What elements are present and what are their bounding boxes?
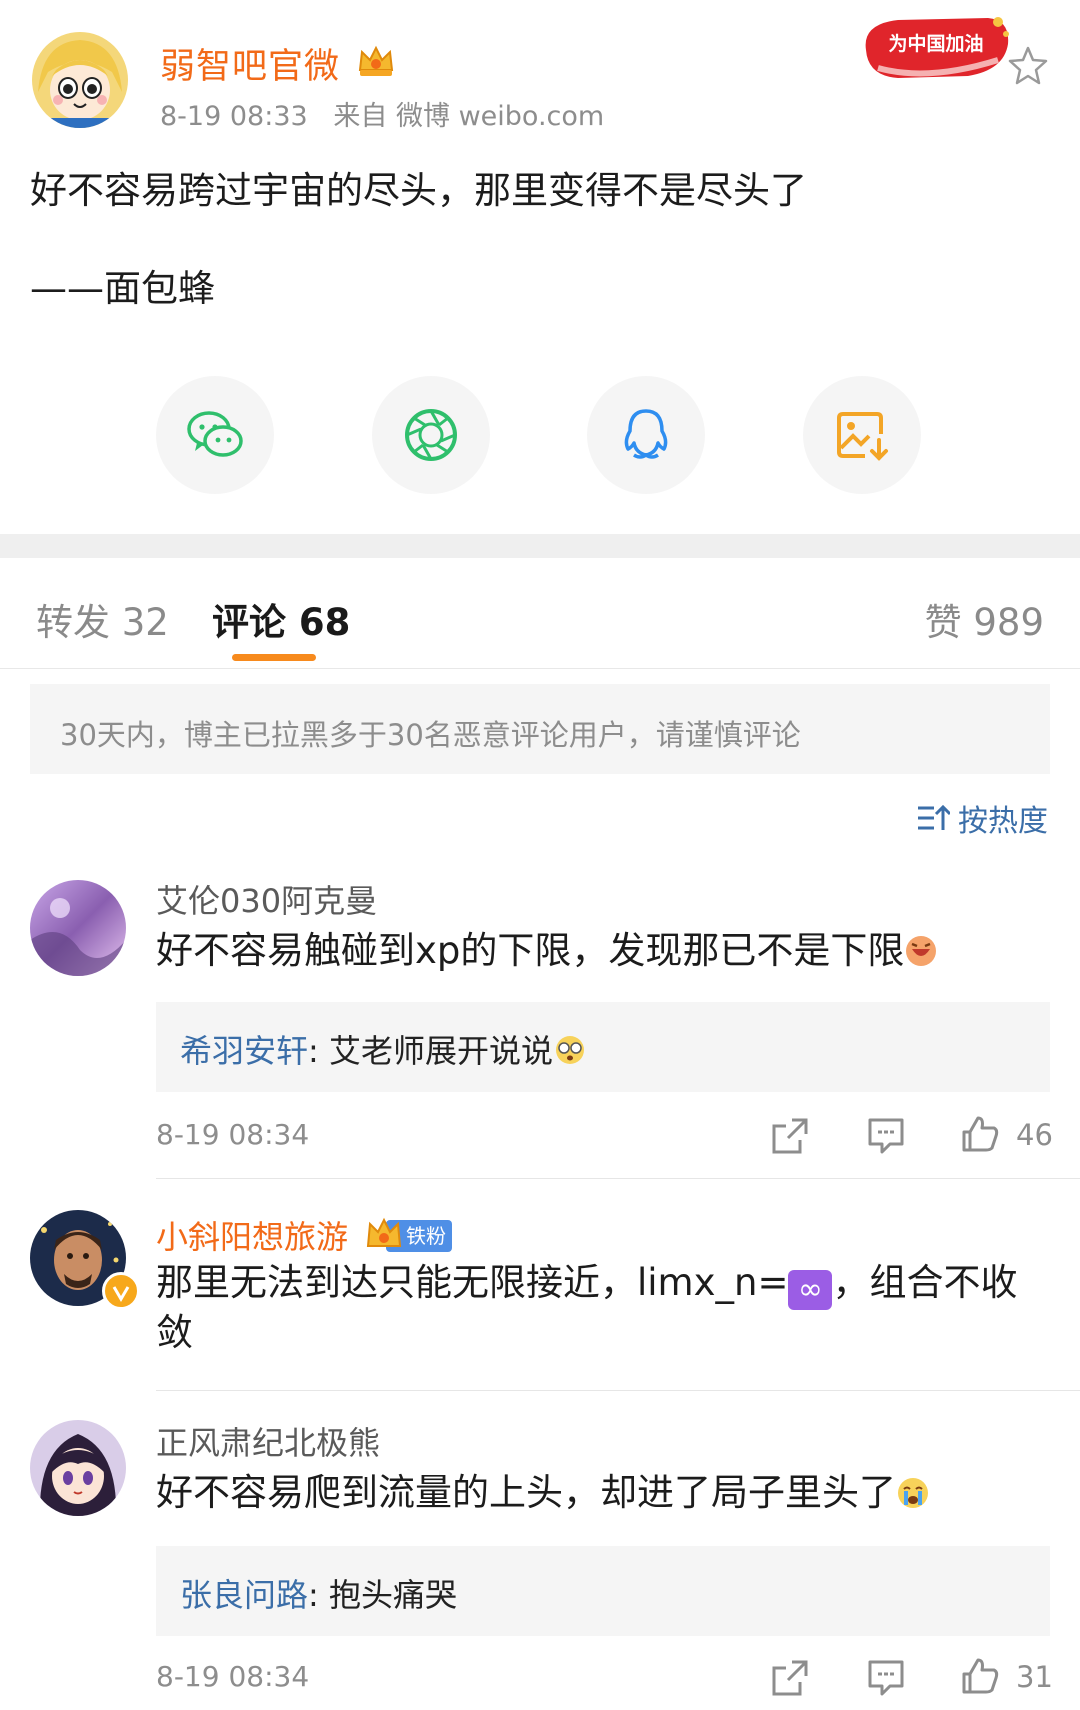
reply-content: : 艾老师展开说说 — [308, 1032, 553, 1070]
comment-icon[interactable] — [866, 1116, 906, 1156]
commenter-name[interactable]: 小斜阳想旅游 铁粉 — [156, 1212, 454, 1262]
moments-icon — [405, 409, 457, 461]
commenter-avatar[interactable] — [30, 1420, 126, 1516]
favorite-star-icon[interactable] — [1006, 44, 1050, 88]
like-count: 31 — [1016, 1660, 1053, 1694]
post-time: 8-19 08:33 — [160, 101, 308, 132]
commenter-avatar[interactable] — [30, 880, 126, 976]
crown-badge-icon — [356, 40, 396, 80]
comment-text-content: 好不容易爬到流量的上头，却进了局子里头了 — [156, 1471, 896, 1514]
tab-repost[interactable]: 转发 32 — [36, 592, 169, 646]
share-qq-button[interactable] — [587, 376, 705, 494]
comment-divider — [156, 1178, 1080, 1179]
share-wechat-button[interactable] — [156, 376, 274, 494]
comment-time: 8-19 08:34 — [156, 1118, 310, 1151]
laughing-emoji-icon — [906, 936, 937, 966]
commenter-name[interactable]: 正风肃纪北极熊 — [156, 1418, 380, 1464]
share-moments-button[interactable] — [372, 376, 490, 494]
tab-comments[interactable]: 评论 68 — [212, 592, 350, 646]
reply-item: 张良问路: 抱头痛哭 — [180, 1570, 457, 1616]
author-avatar[interactable] — [32, 32, 128, 128]
author-name[interactable]: 弱智吧官微 — [160, 38, 340, 89]
comment-divider — [156, 1390, 1080, 1391]
tab-divider — [0, 668, 1080, 669]
post-source: 来自 微博 weibo.com — [333, 101, 605, 132]
infinity-emoji: ∞ — [788, 1270, 833, 1310]
post-meta: 8-19 08:33 来自 微博 weibo.com — [160, 94, 604, 133]
active-tab-indicator — [232, 654, 316, 661]
fan-badge-label: 铁粉 — [406, 1225, 446, 1248]
share-icon[interactable] — [770, 1116, 810, 1156]
section-separator — [0, 534, 1080, 558]
share-icon[interactable] — [770, 1658, 810, 1698]
verified-badge-icon — [102, 1272, 140, 1310]
crying-emoji-icon — [898, 1478, 928, 1508]
sort-icon — [918, 804, 950, 830]
campaign-badge-label: 为中国加油 — [888, 32, 983, 55]
notice-text: 30天内，博主已拉黑多于30名恶意评论用户，请谨慎评论 — [60, 718, 801, 752]
comment-text: 好不容易爬到流量的上头，却进了局子里头了 — [156, 1468, 930, 1518]
tab-likes[interactable]: 赞 989 — [925, 592, 1044, 646]
campaign-badge[interactable]: 为中国加油 — [858, 10, 1014, 88]
fan-badge: 铁粉 — [366, 1216, 454, 1262]
comment-time: 8-19 08:34 — [156, 1660, 310, 1693]
comment-text-part1: 那里无法到达只能无限接近，limx_n= — [156, 1261, 789, 1304]
reply-content: : 抱头痛哭 — [308, 1576, 457, 1614]
like-count: 46 — [1016, 1118, 1053, 1152]
like-icon[interactable] — [960, 1656, 1000, 1696]
wechat-icon — [187, 411, 243, 457]
reply-item: 希羽安轩: 艾老师展开说说 — [180, 1026, 587, 1072]
qq-icon — [624, 409, 668, 459]
sort-by-hot-button[interactable]: 按热度 — [916, 796, 1048, 840]
commenter-name[interactable]: 艾伦030阿克曼 — [156, 876, 377, 922]
post-text-line2: ——面包蜂 — [30, 267, 215, 310]
save-image-icon — [837, 412, 888, 461]
like-icon[interactable] — [960, 1114, 1000, 1154]
comment-text-line2: 敛 — [156, 1311, 193, 1354]
save-image-button[interactable] — [803, 376, 921, 494]
comment-text: 那里无法到达只能无限接近，limx_n= ∞ ，组合不收 — [156, 1258, 1017, 1310]
comment-text-content: 好不容易触碰到xp的下限，发现那已不是下限 — [156, 929, 905, 972]
post-text-line1: 好不容易跨过宇宙的尽头，那里变得不是尽头了 — [30, 169, 807, 212]
comment-icon[interactable] — [866, 1658, 906, 1698]
comment-text: 好不容易触碰到xp的下限，发现那已不是下限 — [156, 926, 938, 976]
shocked-emoji-icon — [555, 1036, 584, 1064]
sort-label: 按热度 — [958, 804, 1048, 839]
reply-user[interactable]: 希羽安轩 — [180, 1032, 308, 1070]
comment-text-part2: ，组合不收 — [832, 1261, 1018, 1304]
commenter-name-text: 小斜阳想旅游 — [156, 1218, 349, 1256]
reply-user[interactable]: 张良问路 — [180, 1576, 308, 1614]
